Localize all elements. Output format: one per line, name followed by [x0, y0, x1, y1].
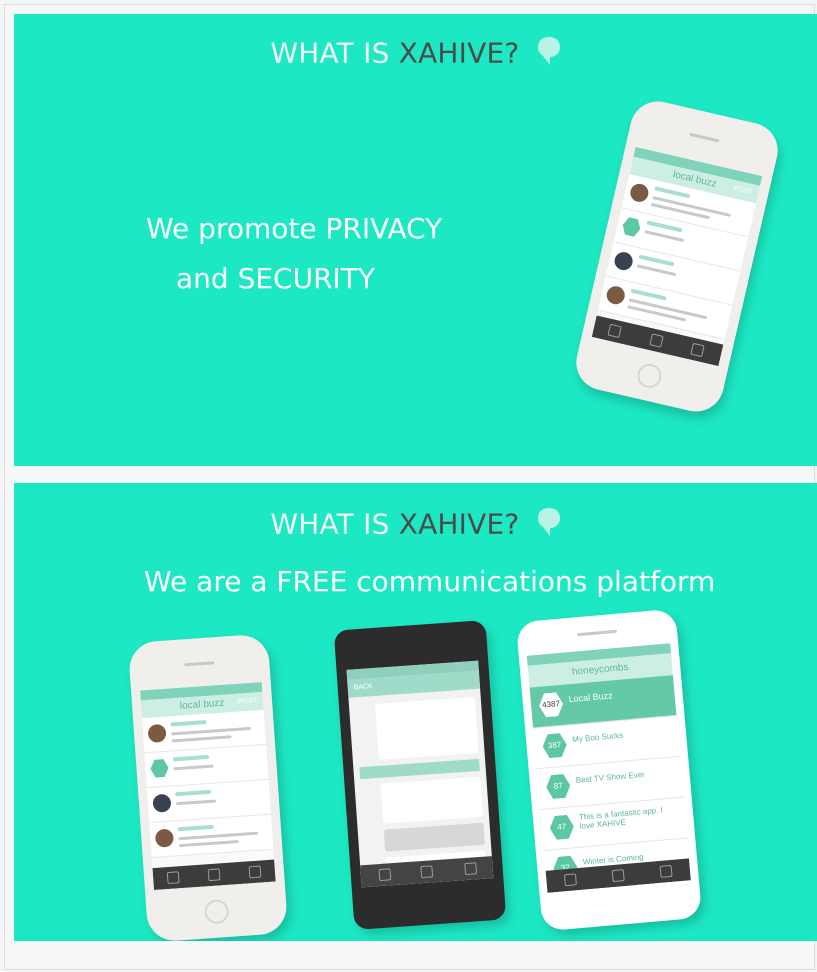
home-button-icon: [203, 898, 230, 925]
speech-bubble-icon: [537, 36, 561, 73]
honeycomb-label: This is a fantastic app. I love XAHIVE: [578, 805, 664, 831]
title-prefix: WHAT IS: [270, 507, 399, 541]
title-prefix: WHAT IS: [270, 36, 399, 70]
avatar: [147, 723, 167, 744]
slide-title: WHAT IS XAHIVE?: [14, 36, 817, 73]
honeycomb-count: 47: [549, 814, 575, 840]
phone-speaker: [576, 629, 618, 637]
phone-screen: BACK: [346, 660, 494, 888]
avatar: [612, 250, 635, 272]
phone-mockup: local buzz POST: [570, 95, 784, 418]
post-button: POST: [237, 697, 258, 706]
phone-speaker: [184, 661, 215, 667]
phone-speaker: [689, 132, 720, 143]
chat-divider: [359, 758, 480, 780]
phone-screen: local buzz POST: [140, 681, 276, 891]
speech-bubble-icon: [537, 507, 561, 544]
tab-bar: [152, 859, 276, 891]
phone-mockup-middle: BACK: [333, 620, 507, 930]
phone-screen: local buzz POST: [591, 146, 763, 367]
back-button: BACK: [353, 683, 374, 692]
app-header-title: honeycombs: [571, 661, 629, 678]
title-brand: XAHIVE?: [398, 36, 520, 70]
honeycomb-count: 387: [542, 733, 568, 759]
slide-title: WHAT IS XAHIVE?: [14, 507, 817, 544]
honeycomb-label: Local Buzz: [568, 690, 613, 705]
tagline-line2: and SECURITY: [176, 262, 376, 295]
tab-bar: [360, 856, 494, 888]
honeycomb-label: Best TV Show Ever: [575, 769, 646, 785]
chat-bubble: [380, 776, 484, 824]
honeycomb-label: My Boo Sucks: [571, 730, 624, 745]
avatar: [604, 284, 627, 307]
anonymous-hex-icon: [621, 216, 643, 238]
message-row: [149, 814, 274, 859]
avatar: [152, 793, 172, 813]
slide-free-platform: WHAT IS XAHIVE? We are a FREE communicat…: [14, 483, 817, 941]
phone-mockup-right: honeycombs 4387 Local Buzz 387 My Boo Suck…: [515, 608, 703, 932]
title-brand: XAHIVE?: [398, 507, 520, 541]
tagline: We are a FREE communications platform: [144, 565, 716, 598]
chat-bubble: [383, 822, 486, 852]
avatar: [154, 828, 174, 848]
phone-mockup-left: local buzz POST: [127, 633, 289, 941]
chat-bubble: [374, 696, 479, 760]
honeycomb-count: 87: [545, 773, 571, 799]
anonymous-hex-icon: [150, 759, 169, 778]
slide-privacy: WHAT IS XAHIVE? We promote PRIVACY and S…: [14, 14, 817, 466]
honeycomb-count: 4387: [538, 692, 564, 718]
avatar: [628, 182, 651, 204]
tagline-line1: We promote PRIVACY: [146, 212, 443, 245]
phone-screen: honeycombs 4387 Local Buzz 387 My Boo Suck…: [526, 643, 691, 893]
app-header-title: local buzz: [179, 697, 225, 712]
home-button-icon: [635, 361, 664, 391]
